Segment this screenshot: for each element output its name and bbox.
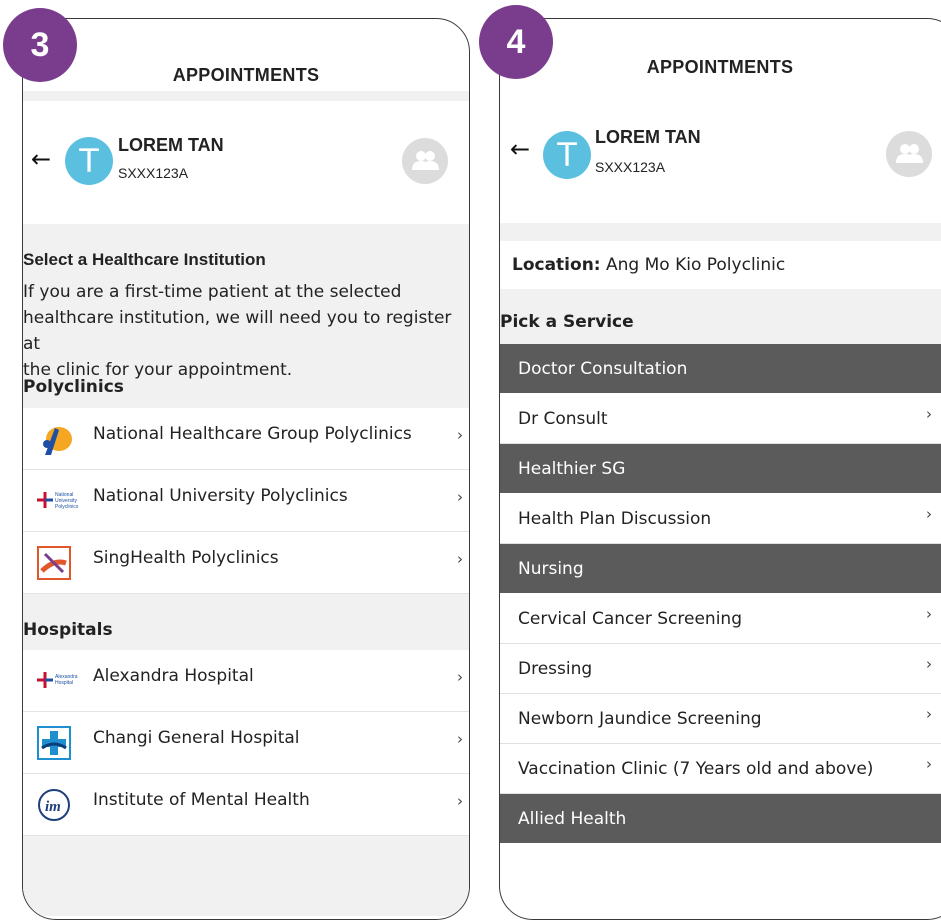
back-arrow-icon[interactable]: ← [510, 135, 530, 163]
category-label: Allied Health [518, 809, 627, 829]
service-item[interactable]: Cervical Cancer Screening › [500, 594, 941, 644]
back-arrow-icon[interactable]: ← [31, 145, 51, 173]
category-label: Healthier SG [518, 459, 626, 479]
service-label: Dressing [518, 659, 593, 679]
service-item[interactable]: Newborn Jaundice Screening › [500, 694, 941, 744]
user-name: LOREM TAN [118, 135, 224, 155]
chevron-right-icon: › [926, 605, 932, 623]
page-title: APPOINTMENTS [172, 65, 320, 85]
logo-text: Polyclinics [55, 504, 79, 510]
divider [500, 223, 941, 241]
service-label: Newborn Jaundice Screening [518, 709, 762, 729]
service-category-header: Healthier SG [500, 444, 941, 493]
chevron-right-icon: › [457, 730, 463, 748]
chevron-right-icon: › [926, 655, 932, 673]
chevron-right-icon: › [926, 405, 932, 423]
imh-logo-icon: im [37, 788, 70, 821]
bottom-area [23, 836, 469, 916]
institution-row-imh[interactable]: im Institute of Mental Health › [23, 774, 469, 836]
institution-row-nup[interactable]: National University Polyclinics National U… [23, 470, 469, 532]
service-label: Cervical Cancer Screening [518, 609, 742, 629]
service-item[interactable]: Dressing › [500, 644, 941, 694]
service-category-header: Allied Health [500, 794, 941, 843]
location-label: Location: [512, 255, 601, 275]
service-label: Health Plan Discussion [518, 509, 712, 529]
section-title: Select a Healthcare Institution [23, 250, 266, 269]
step-badge-4: 4 [479, 5, 553, 79]
user-name: LOREM TAN [595, 127, 701, 147]
family-members-icon[interactable] [402, 138, 448, 184]
category-label: Doctor Consultation [518, 359, 688, 379]
singhealth-logo-icon [37, 546, 71, 580]
chevron-right-icon: › [926, 505, 932, 523]
service-item[interactable]: Health Plan Discussion › [500, 494, 941, 544]
chevron-right-icon: › [926, 755, 932, 773]
avatar: T [543, 131, 591, 179]
service-item[interactable]: Vaccination Clinic (7 Years old and abov… [500, 744, 941, 794]
chevron-right-icon: › [457, 668, 463, 686]
chevron-right-icon: › [457, 488, 463, 506]
logo-text: Hospital [55, 680, 73, 686]
service-label: Vaccination Clinic (7 Years old and abov… [518, 759, 874, 779]
institution-label: National University Polyclinics [93, 486, 348, 506]
chevron-right-icon: › [457, 792, 463, 810]
chevron-right-icon: › [457, 550, 463, 568]
phone-screen-3: APPOINTMENTS ← T LOREM TAN SXXX123A Sele… [22, 18, 470, 920]
service-label: Dr Consult [518, 409, 608, 429]
service-item[interactable]: Dr Consult › [500, 394, 941, 444]
avatar: T [65, 137, 113, 185]
chevron-right-icon: › [926, 705, 932, 723]
category-label: Nursing [518, 559, 584, 579]
svg-text:im: im [45, 799, 61, 815]
user-id: SXXX123A [595, 159, 666, 175]
intro-line: If you are a first-time patient at the s… [23, 282, 402, 302]
divider [23, 91, 469, 101]
location-value: Ang Mo Kio Polyclinic [606, 255, 786, 275]
institution-row-alexandra[interactable]: Alexandra Hospital Alexandra Hospital › [23, 650, 469, 712]
institution-label: Institute of Mental Health [93, 790, 310, 810]
polyclinics-heading: Polyclinics [23, 377, 124, 397]
step-badge-3: 3 [3, 8, 77, 82]
intro-text: If you are a first-time patient at the s… [23, 279, 469, 383]
family-members-icon[interactable] [886, 131, 932, 177]
pick-service-heading: Pick a Service [500, 312, 634, 332]
institution-row-nhg[interactable]: National Healthcare Group Polyclinics › [23, 408, 469, 470]
institution-label: Changi General Hospital [93, 728, 300, 748]
nhg-logo-icon [37, 422, 72, 455]
service-category-header: Nursing [500, 544, 941, 593]
changi-logo-icon [37, 726, 71, 760]
user-id: SXXX123A [118, 165, 189, 181]
institution-label: SingHealth Polyclinics [93, 548, 279, 568]
chevron-right-icon: › [457, 426, 463, 444]
intro-line: healthcare institution, we will need you… [23, 308, 452, 354]
hospitals-heading: Hospitals [23, 620, 113, 640]
institution-label: National Healthcare Group Polyclinics [93, 424, 412, 444]
phone-screen-4: APPOINTMENTS ← T LOREM TAN SXXX123A Loca… [499, 18, 941, 920]
location-line: Location: Ang Mo Kio Polyclinic [512, 255, 785, 275]
nup-logo-icon: National University Polyclinics [37, 484, 85, 516]
page-title: APPOINTMENTS [646, 57, 794, 77]
institution-label: Alexandra Hospital [93, 666, 254, 686]
service-category-header: Doctor Consultation [500, 344, 941, 393]
institution-row-changi[interactable]: Changi General Hospital › [23, 712, 469, 774]
alexandra-logo-icon: Alexandra Hospital [37, 664, 85, 696]
institution-row-singhealth[interactable]: SingHealth Polyclinics › [23, 532, 469, 594]
